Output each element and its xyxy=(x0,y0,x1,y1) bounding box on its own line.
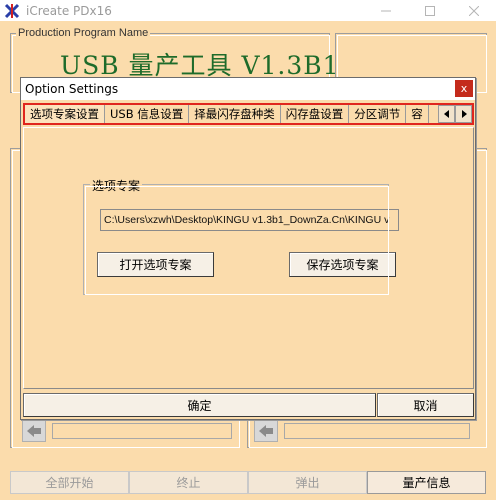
right-port-arrow-button[interactable] xyxy=(254,420,278,442)
app-logo-icon xyxy=(4,2,20,19)
cancel-button[interactable]: 取消 xyxy=(377,393,474,417)
tab-flash-settings[interactable]: 闪存盘设置 xyxy=(280,105,350,123)
triangle-left-icon xyxy=(443,110,449,118)
tab-usb-info[interactable]: USB 信息设置 xyxy=(105,105,190,123)
scheme-group-legend: 选项专案 xyxy=(90,177,143,194)
close-icon xyxy=(469,5,479,16)
dialog-title: Option Settings xyxy=(25,82,119,96)
save-scheme-button[interactable]: 保存选项专案 xyxy=(289,252,396,277)
arrow-left-icon xyxy=(259,425,273,437)
stop-button[interactable]: 终止 xyxy=(129,471,248,494)
minimize-icon xyxy=(381,10,391,11)
main-title-bar: iCreate PDx16 xyxy=(0,0,496,21)
tab-scheme-settings[interactable]: 选项专案设置 xyxy=(25,105,105,123)
left-port-arrow-button[interactable] xyxy=(22,420,46,442)
tab-content-panel: 选项专案 C:\Users\xzwh\Desktop\KINGU v1.3b1_… xyxy=(23,127,474,389)
option-settings-dialog: Option Settings x 选项专案设置 USB 信息设置 择最闪存盘种… xyxy=(20,77,476,420)
maximize-button[interactable] xyxy=(408,0,452,21)
tab-scroll-left-button[interactable] xyxy=(438,105,455,123)
arrow-left-icon xyxy=(27,425,41,437)
ok-button[interactable]: 确定 xyxy=(23,393,376,417)
start-all-button[interactable]: 全部开始 xyxy=(10,471,129,494)
dialog-close-button[interactable]: x xyxy=(455,80,473,97)
open-scheme-button[interactable]: 打开选项专案 xyxy=(97,252,214,277)
scheme-path-field[interactable]: C:\Users\xzwh\Desktop\KINGU v1.3b1_DownZ… xyxy=(100,209,399,231)
left-port-progress xyxy=(52,423,232,439)
tab-scroll-controls xyxy=(438,105,472,123)
triangle-right-icon xyxy=(461,110,467,118)
production-info-button[interactable]: 量产信息 xyxy=(367,471,486,494)
right-port-progress xyxy=(284,423,470,439)
minimize-button[interactable] xyxy=(364,0,408,21)
maximize-icon xyxy=(425,5,435,16)
eject-button[interactable]: 弹出 xyxy=(248,471,367,494)
program-name-label: Production Program Name xyxy=(16,27,151,39)
close-icon: x xyxy=(460,82,468,95)
program-banner: USB 量产工具 V1.3B1 xyxy=(60,51,340,80)
settings-tab-strip: 选项专案设置 USB 信息设置 择最闪存盘种类 闪存盘设置 分区调节 容 xyxy=(23,103,474,125)
tab-flash-type[interactable]: 择最闪存盘种类 xyxy=(189,105,281,123)
main-action-bar: 全部开始 终止 弹出 量产信息 xyxy=(10,471,486,494)
tab-capacity[interactable]: 容 xyxy=(406,105,429,123)
tab-partition[interactable]: 分区调节 xyxy=(349,105,407,123)
tab-scroll-right-button[interactable] xyxy=(455,105,472,123)
close-button[interactable] xyxy=(452,0,496,21)
window-title: iCreate PDx16 xyxy=(26,3,112,18)
scheme-group: 选项专案 C:\Users\xzwh\Desktop\KINGU v1.3b1_… xyxy=(83,177,399,295)
